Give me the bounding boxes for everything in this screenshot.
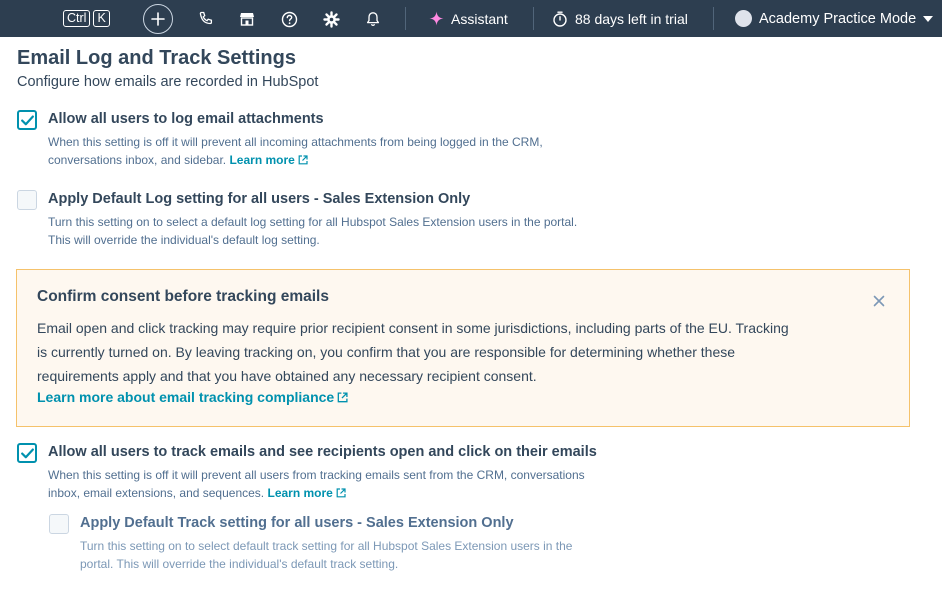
tracking-compliance-link[interactable]: Learn more about email tracking complian… (37, 389, 348, 405)
account-menu[interactable]: Academy Practice Mode (735, 8, 934, 29)
alert-line: requirements apply and that you have obt… (37, 368, 537, 384)
desc-line: When this setting is off it will prevent… (48, 135, 543, 149)
learn-more-text: Learn more (267, 486, 333, 500)
topbar-divider (405, 7, 406, 30)
log-attachments-description: When this setting is off it will prevent… (48, 133, 543, 169)
tracking-consent-alert: Confirm consent before tracking emails E… (16, 269, 910, 427)
caret-down-icon (923, 15, 934, 22)
assistant-label: Assistant (451, 10, 508, 27)
sparkle-icon (429, 11, 444, 26)
desc-line: Turn this setting on to select default t… (80, 539, 573, 553)
settings-button[interactable] (320, 8, 342, 30)
tracking-compliance-text: Learn more about email tracking complian… (37, 389, 335, 405)
alert-line: is currently turned on. By leaving track… (37, 344, 736, 360)
timer-icon (553, 11, 567, 27)
bell-icon (366, 12, 380, 27)
help-button[interactable] (278, 8, 300, 30)
desc-line: conversations inbox, and sidebar. Learn … (48, 151, 543, 169)
alert-close-button[interactable] (871, 293, 887, 309)
page-title: Email Log and Track Settings (17, 47, 296, 69)
topbar-divider (533, 7, 534, 30)
assistant-button[interactable]: Assistant (429, 8, 508, 29)
page-subtitle: Configure how emails are recorded in Hub… (17, 74, 319, 90)
default-track-description: Turn this setting on to select default t… (80, 537, 572, 573)
external-link-icon (337, 392, 348, 403)
desc-line: portal. This will override the individua… (80, 557, 399, 571)
learn-more-text: Learn more (229, 153, 295, 167)
trial-label: 88 days left in trial (575, 10, 688, 27)
track-emails-description: When this setting is off it will prevent… (48, 466, 585, 502)
checkmark-icon (20, 448, 34, 458)
desc-line: inbox, email extensions, and sequences. … (48, 484, 585, 502)
phone-icon (199, 11, 213, 25)
calling-button[interactable] (195, 8, 217, 30)
checkmark-icon (20, 115, 34, 125)
default-log-checkbox[interactable] (17, 190, 37, 210)
default-log-label[interactable]: Apply Default Log setting for all users … (48, 191, 470, 207)
search-shortcut-hint[interactable]: Ctrl K (63, 9, 110, 28)
alert-title: Confirm consent before tracking emails (37, 288, 329, 305)
kbd-ctrl: Ctrl (63, 10, 91, 27)
account-name: Academy Practice Mode (759, 10, 917, 27)
topbar-divider (713, 7, 714, 30)
external-link-icon (336, 488, 346, 498)
default-track-checkbox[interactable] (49, 514, 69, 534)
desc-line: When this setting is off it will prevent… (48, 468, 585, 482)
kbd-k: K (93, 10, 110, 27)
alert-body: Email open and click tracking may requir… (37, 316, 847, 388)
close-icon (873, 295, 885, 307)
trial-status-button[interactable]: 88 days left in trial (552, 8, 688, 29)
desc-line: Turn this setting on to select a default… (48, 215, 578, 229)
marketplace-icon (240, 13, 254, 26)
alert-line: Email open and click tracking may requir… (37, 320, 789, 336)
create-new-button[interactable] (143, 4, 173, 34)
top-navigation-bar: Ctrl K Assistant 88 days left in trial A… (0, 0, 942, 37)
learn-more-link[interactable]: Learn more (267, 486, 346, 500)
settings-icon (322, 10, 340, 28)
help-icon (281, 11, 297, 27)
notifications-button[interactable] (362, 8, 384, 30)
log-attachments-label[interactable]: Allow all users to log email attachments (48, 111, 324, 127)
default-log-description: Turn this setting on to select a default… (48, 213, 577, 249)
default-track-label[interactable]: Apply Default Track setting for all user… (80, 515, 514, 531)
learn-more-link[interactable]: Learn more (229, 153, 308, 167)
marketplace-button[interactable] (236, 8, 258, 30)
avatar (735, 10, 752, 27)
log-attachments-checkbox[interactable] (17, 110, 37, 130)
track-emails-checkbox[interactable] (17, 443, 37, 463)
desc-line: This will override the individual's defa… (48, 233, 320, 247)
track-emails-label[interactable]: Allow all users to track emails and see … (48, 444, 597, 460)
external-link-icon (298, 155, 308, 165)
desc-text: inbox, email extensions, and sequences. (48, 486, 265, 500)
desc-text: conversations inbox, and sidebar. (48, 153, 227, 167)
plus-icon (151, 12, 165, 26)
